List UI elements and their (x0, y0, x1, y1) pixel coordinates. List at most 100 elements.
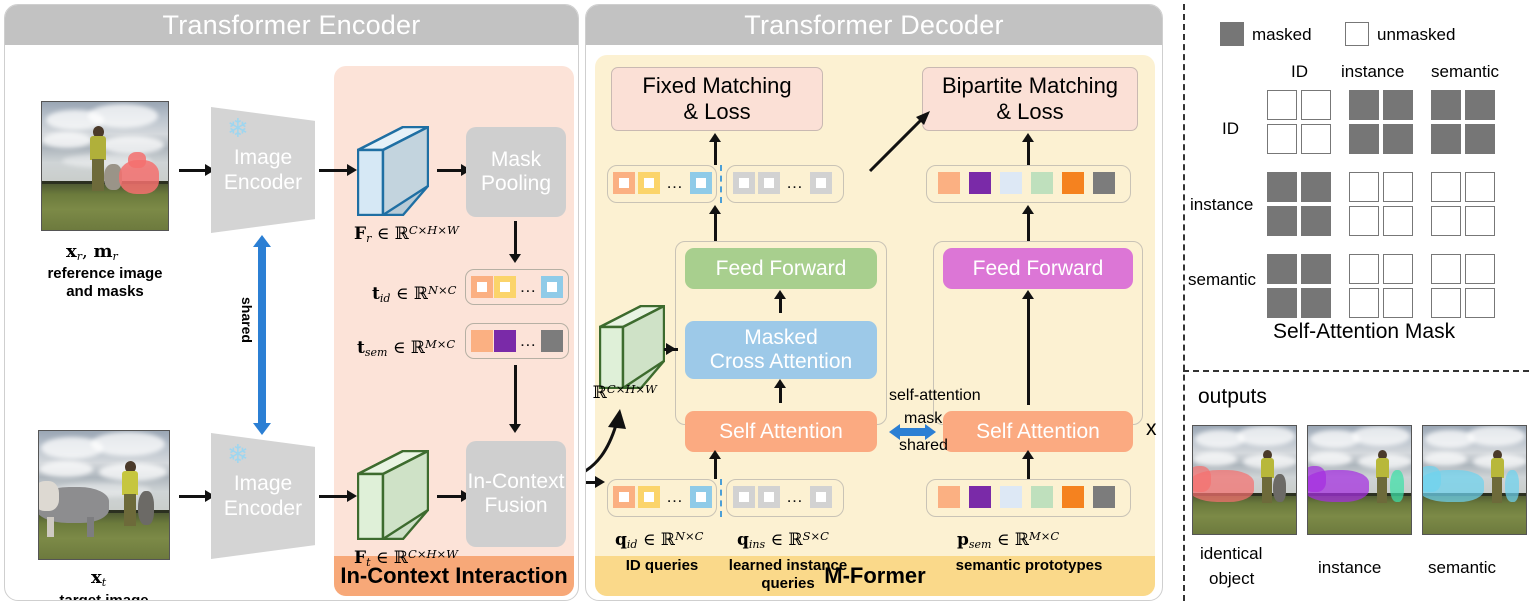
arrow-psem-to-sa-right (1027, 457, 1030, 479)
ie-line1: Image (233, 146, 293, 169)
image-encoder-target-label: Image Encoder (211, 471, 315, 521)
token-sem-2 (1000, 172, 1022, 194)
encoder-title: Transformer Encoder (5, 5, 578, 45)
mask-cell-0-5 (1465, 90, 1495, 120)
target-image (38, 430, 170, 560)
outputs-divider (1183, 370, 1529, 372)
fr-label: Fr ∈ ℝC×H×W (354, 223, 459, 245)
arrowhead (347, 164, 357, 176)
fusion-line2: Fusion (484, 494, 548, 517)
token-sem-2 (1000, 486, 1022, 508)
mask-cell-4-2 (1349, 254, 1379, 284)
arrowhead (595, 476, 605, 488)
mask-cell-2-0 (1267, 172, 1297, 202)
arrow-ff-left-to-strip (714, 213, 717, 241)
arrow-encoder-to-fr (319, 169, 349, 172)
mask-pooling-block[interactable]: Mask Pooling (466, 127, 566, 217)
arrowhead (509, 424, 521, 433)
output-caption-instance: instance (1318, 558, 1382, 577)
mask-cell-3-5 (1465, 206, 1495, 236)
mask-col-header-instance: instance (1341, 62, 1405, 81)
reference-caption-line1: reference image (47, 265, 163, 282)
mask-row-header-semantic: semantic (1188, 270, 1257, 289)
mask-cell-2-5 (1465, 172, 1495, 202)
arrow-encoder-to-ft (319, 495, 349, 498)
arrow-maskpool-to-tid (514, 221, 517, 257)
token-sem-3 (1031, 486, 1053, 508)
arrow-mca-to-ff-left (779, 297, 782, 313)
arrowhead (774, 290, 786, 299)
arrowhead (709, 205, 721, 214)
mask-cell-5-0 (1267, 288, 1297, 318)
mask-cell-2-1 (1301, 172, 1331, 202)
mask-overlay-semantic-2 (1505, 470, 1519, 502)
target-image-math-label: xt (91, 567, 107, 589)
arrowhead (253, 235, 271, 247)
ellipsis: … (519, 277, 538, 296)
arrow-to-bipartite-matching (1027, 141, 1030, 165)
self-attention-mask-matrix (1267, 90, 1507, 318)
token-sem-4 (1062, 172, 1084, 194)
strip-divider-dashed (720, 479, 722, 517)
output-caption-semantic: semantic (1428, 558, 1497, 577)
ellipsis: … (666, 173, 684, 192)
arrow-sa-to-mca-left (779, 386, 782, 403)
mask-cell-5-3 (1383, 288, 1413, 318)
self-attention-left[interactable]: Self Attention (685, 411, 877, 452)
snowflake-icon: ❄ (227, 439, 249, 469)
semantic-output-tokens (938, 172, 1115, 194)
mask-cell-3-2 (1349, 206, 1379, 236)
ellipsis: … (786, 487, 804, 506)
arrowhead (666, 343, 676, 355)
arrow-instance-to-bipartite (868, 111, 930, 173)
repeat-count-label: x N (1146, 417, 1162, 440)
encoder-body: In-Context Interaction xr, mr reference (5, 45, 578, 600)
token-ins-0 (733, 486, 755, 508)
ie-line2: Encoder (223, 497, 303, 520)
fusion-line1: In-Context (467, 470, 565, 493)
arrowhead (1022, 450, 1034, 459)
outputs-title: outputs (1198, 385, 1267, 408)
feed-forward-right[interactable]: Feed Forward (943, 248, 1133, 289)
arrow-ff-right-to-strip (1027, 213, 1030, 241)
mask-cell-1-4 (1431, 124, 1461, 154)
ellipsis: … (786, 173, 804, 192)
masked-cross-attention[interactable]: Masked Cross Attention (685, 321, 877, 379)
token-sem-2 (540, 330, 563, 352)
bipartite-matching-loss-box[interactable]: Bipartite Matching & Loss (922, 67, 1138, 131)
qid-caption: ID queries (625, 557, 699, 574)
arrow-qid-to-sa-left (714, 457, 717, 479)
legend-masked-label: masked (1252, 25, 1312, 44)
arrowhead (253, 423, 271, 435)
mask-cell-1-0 (1267, 124, 1297, 154)
ellipsis: … (519, 331, 538, 350)
decoder-body: M-Former Fixed Matching & Loss Bipartite… (586, 45, 1162, 600)
legend-unmasked-label: unmasked (1377, 25, 1456, 44)
self-attention-right[interactable]: Self Attention (943, 411, 1133, 452)
output-caption-identical-line1: identical (1200, 544, 1263, 563)
feed-forward-left[interactable]: Feed Forward (685, 248, 877, 289)
token-id-2 (540, 276, 563, 298)
token-id-0 (471, 276, 493, 298)
mask-cell-2-4 (1431, 172, 1461, 202)
in-context-fusion-block[interactable]: In-Context Fusion (466, 441, 566, 547)
qid-label: qid ∈ ℝN×C (615, 529, 704, 551)
mask-cell-1-1 (1301, 124, 1331, 154)
token-ins-1 (758, 172, 780, 194)
fixed-matching-loss-box[interactable]: Fixed Matching & Loss (611, 67, 823, 131)
mask-cell-0-4 (1431, 90, 1461, 120)
arrow-tsem-to-fusion (514, 365, 517, 427)
self-attention-mask-title: Self-Attention Mask (1273, 320, 1456, 343)
reference-image-math-label: xr, mr (66, 241, 118, 263)
output-caption-identical-line2: object (1209, 569, 1255, 588)
ellipsis: … (666, 487, 684, 506)
arrowhead (709, 133, 721, 142)
arrow-sa-to-ff-right (1027, 297, 1030, 405)
arrowhead (1022, 205, 1034, 214)
token-sem-0 (938, 486, 960, 508)
token-id-1 (493, 276, 516, 298)
instance-output-tokens: … (733, 172, 832, 194)
id-output-tokens: … (613, 172, 712, 194)
mask-cell-2-2 (1349, 172, 1379, 202)
right-column-divider (1183, 4, 1185, 601)
